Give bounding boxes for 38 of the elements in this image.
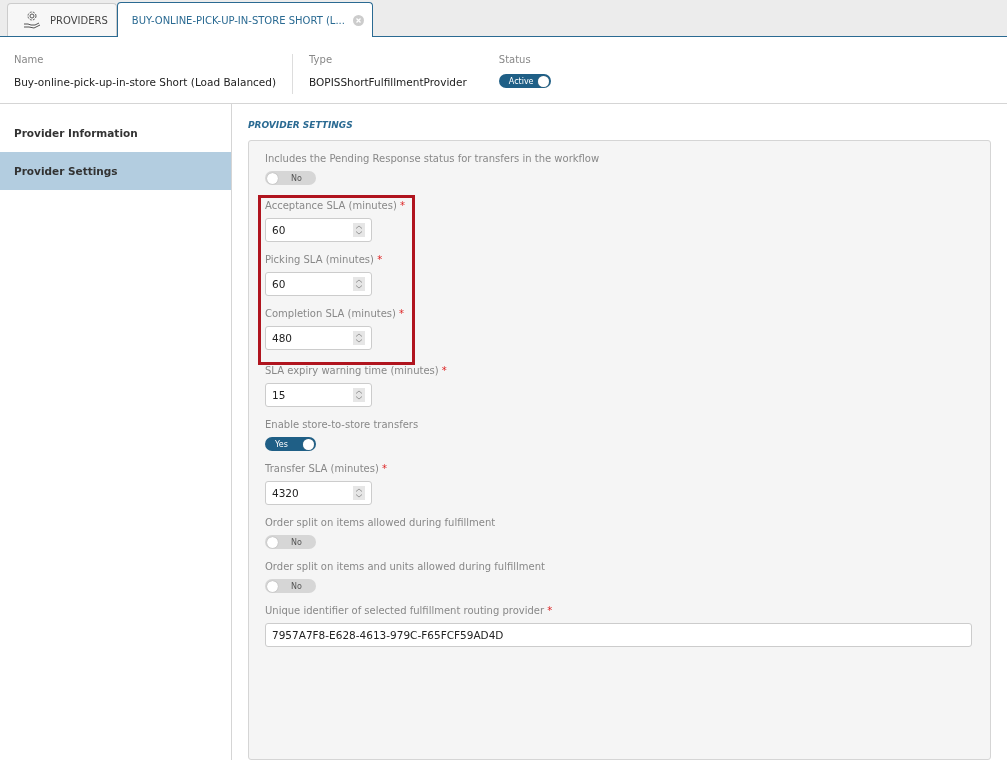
close-icon[interactable] <box>352 14 364 26</box>
input-field[interactable]: 60 <box>265 272 372 296</box>
input-field[interactable]: 480 <box>265 326 372 350</box>
tab[interactable]: PROVIDERS <box>7 3 117 37</box>
toggle-switch[interactable]: No <box>265 535 316 549</box>
field-label: Type <box>309 54 334 66</box>
field-value: Buy-online-pick-up-in-store Short (Load Balanced) <box>14 76 277 89</box>
spinner-icon[interactable] <box>353 486 365 500</box>
spinner-icon[interactable] <box>353 388 365 402</box>
input-field[interactable]: 7957A7F8-E628-4613-979C-F65FCF59AD4D <box>265 623 972 647</box>
setting-label: Order split on items and units allowed during fulfillment <box>265 561 546 572</box>
setting-label: Includes the Pending Response status for transfers in the workflow <box>265 153 601 164</box>
toggle-switch[interactable]: No <box>265 171 316 185</box>
field-value: BOPISShortFulfillmentProvider <box>309 76 467 89</box>
tab[interactable]: BUY-ONLINE-PICK-UP-IN-STORE SHORT (L... <box>116 2 373 38</box>
setting-label: Picking SLA (minutes) * <box>265 254 384 265</box>
input-field[interactable]: 4320 <box>265 481 372 505</box>
setting-label: Unique identifier of selected fulfillment routing provider * <box>265 605 554 616</box>
toggle-switch[interactable]: No <box>265 579 316 593</box>
setting-label: Transfer SLA (minutes) * <box>265 463 389 474</box>
toggle-switch[interactable]: Yes <box>265 437 316 451</box>
gear-hand-icon <box>22 10 42 31</box>
input-field[interactable]: 60 <box>265 218 372 242</box>
sidebar-item[interactable]: Provider Settings <box>0 152 231 190</box>
spinner-icon[interactable] <box>353 277 365 291</box>
setting-label: Completion SLA (minutes) * <box>265 308 406 319</box>
setting-label: Enable store-to-store transfers <box>265 419 420 430</box>
toggle-switch[interactable]: Active <box>498 74 551 89</box>
setting-label: Order split on items allowed during fulfillment <box>265 517 497 528</box>
setting-label: SLA expiry warning time (minutes) * <box>265 365 448 376</box>
setting-label: Acceptance SLA (minutes) * <box>265 200 406 211</box>
sidebar-item[interactable]: Provider Information <box>0 114 231 152</box>
spinner-icon[interactable] <box>353 331 365 345</box>
section-title: PROVIDER SETTINGS <box>248 120 354 130</box>
input-field[interactable]: 15 <box>265 383 372 407</box>
field-label: Status <box>498 54 532 66</box>
spinner-icon[interactable] <box>353 223 365 237</box>
field-label: Name <box>14 54 45 66</box>
